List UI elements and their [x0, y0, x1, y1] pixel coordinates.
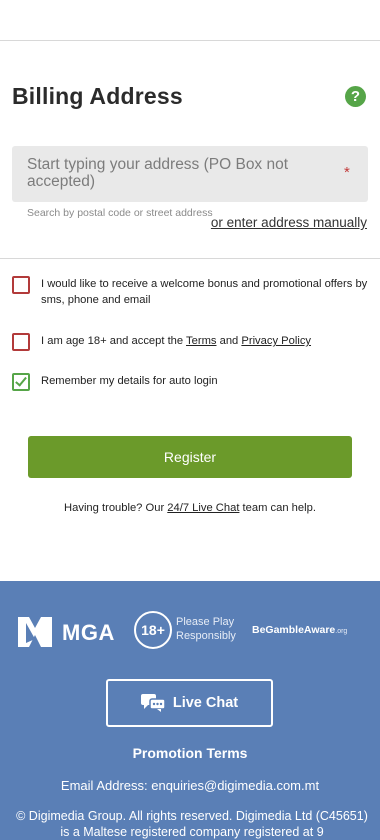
live-chat-link[interactable]: 24/7 Live Chat — [167, 502, 239, 514]
remember-me-row: Remember my details for auto login — [12, 373, 368, 391]
terms-link[interactable]: Terms — [186, 335, 216, 347]
promo-consent-checkbox[interactable] — [12, 276, 30, 294]
section-divider — [0, 258, 380, 259]
begambleaware-logo[interactable]: BeGambleAware.org — [252, 624, 347, 636]
checkmark-icon — [15, 374, 27, 387]
promo-consent-row: I would like to receive a welcome bonus … — [12, 276, 368, 308]
regulator-badges: MGA 18+ Please Play Responsibly BeGamble… — [18, 611, 368, 651]
live-chat-label: Live Chat — [172, 695, 239, 711]
promotion-terms-link[interactable]: Promotion Terms — [0, 745, 380, 761]
remember-me-label: Remember my details for auto login — [41, 375, 218, 387]
age-terms-row: I am age 18+ and accept the Terms and Pr… — [12, 333, 368, 351]
privacy-policy-link[interactable]: Privacy Policy — [241, 335, 311, 347]
enter-address-manually-link[interactable]: or enter address manually — [211, 215, 367, 230]
help-text: Having trouble? Our 24/7 Live Chat team … — [64, 502, 316, 514]
top-divider — [0, 40, 380, 41]
remember-me-checkbox[interactable] — [12, 373, 30, 391]
age-18-badge: 18+ — [134, 611, 172, 649]
age-terms-label: I am age 18+ and accept the Terms and Pr… — [41, 335, 312, 347]
mga-logo-text: MGA — [62, 620, 115, 645]
mga-logo-icon — [18, 617, 52, 647]
footer: MGA 18+ Please Play Responsibly BeGamble… — [0, 581, 380, 840]
chat-bubbles-icon — [140, 694, 165, 712]
play-responsibly-text: Please Play Responsibly — [176, 616, 236, 642]
address-placeholder: Start typing your address (PO Box not ac… — [27, 156, 289, 190]
age-terms-checkbox[interactable] — [12, 333, 30, 351]
register-button[interactable]: Register — [28, 436, 352, 478]
promo-consent-label: I would like to receive a welcome bonus … — [41, 278, 368, 306]
contact-email: Email Address: enquiries@digimedia.com.m… — [60, 778, 320, 793]
live-chat-button[interactable]: Live Chat — [106, 679, 273, 727]
required-marker: * — [344, 164, 350, 181]
help-icon[interactable]: ? — [345, 86, 366, 107]
copyright-text: © Digimedia Group. All rights reserved. … — [16, 809, 368, 839]
address-search-input[interactable]: Start typing your address (PO Box not ac… — [12, 146, 368, 202]
billing-address-title: Billing Address — [12, 83, 183, 109]
address-hint: Search by postal code or street address — [27, 207, 213, 219]
